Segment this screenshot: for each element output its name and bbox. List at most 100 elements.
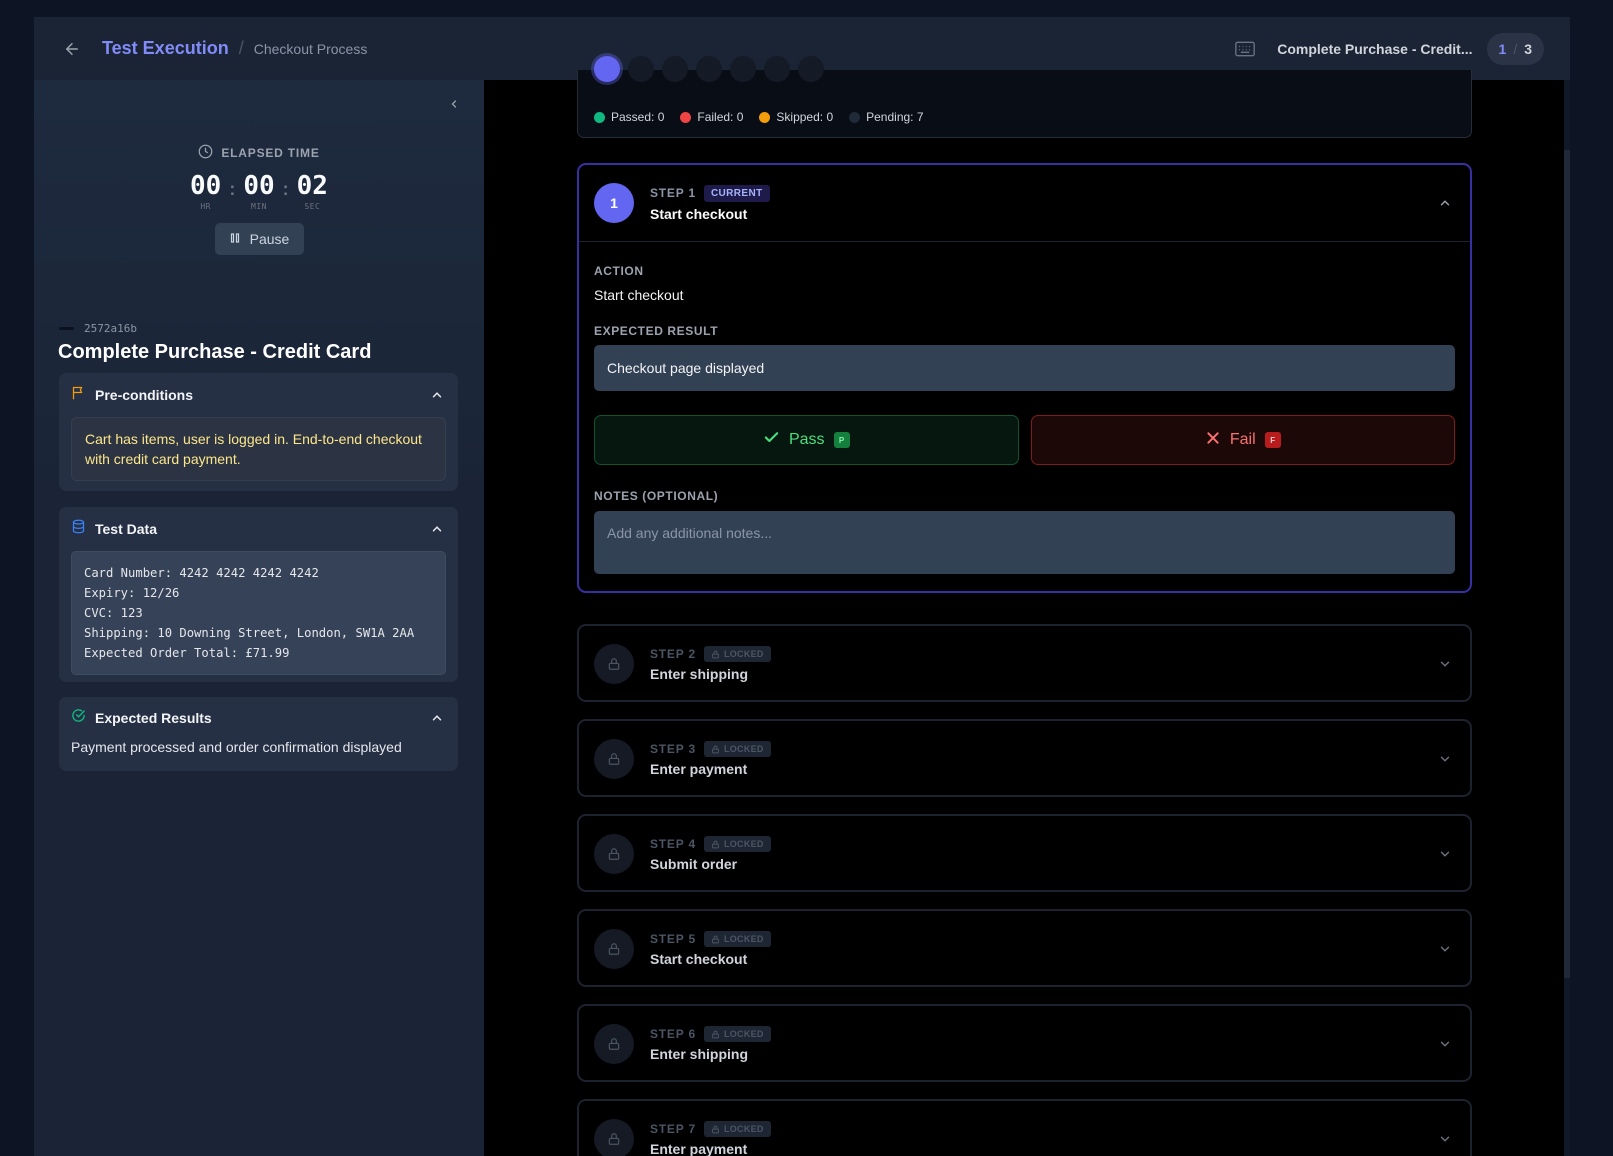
step-name: Enter shipping — [650, 666, 748, 682]
scrollbar-thumb[interactable] — [1564, 150, 1570, 978]
test-data-header[interactable]: Test Data — [59, 507, 458, 551]
current-badge: CURRENT — [703, 184, 770, 202]
step-body: ACTION Start checkout EXPECTED RESULT Ch… — [579, 241, 1470, 599]
step-card-locked: STEP 6 LOCKED Enter shipping — [577, 1004, 1472, 1082]
step-label: STEP 2 — [650, 647, 696, 661]
step-dot[interactable] — [730, 56, 756, 82]
pending-indicator — [849, 111, 861, 123]
step-header[interactable]: 1 STEP 1 CURRENT Start checkout — [579, 165, 1470, 241]
header-case-title: Complete Purchase - Credit... — [1277, 40, 1473, 57]
timer-hours: 00 — [190, 171, 222, 201]
status-counts: Passed: 0 Failed: 0 Skipped: 0 Pending: … — [594, 110, 924, 124]
step-dot[interactable] — [594, 56, 620, 82]
locked-badge-label: LOCKED — [723, 744, 764, 754]
step-header[interactable]: STEP 2 LOCKED Enter shipping — [579, 626, 1470, 702]
chevron-down-icon[interactable] — [1435, 939, 1455, 959]
timer-minutes: 00 — [243, 171, 275, 201]
step-name: Start checkout — [650, 205, 748, 222]
preconditions-title: Pre-conditions — [95, 387, 194, 403]
locked-badge: LOCKED — [703, 741, 771, 757]
preconditions-header[interactable]: Pre-conditions — [59, 373, 458, 417]
locked-badge: LOCKED — [703, 836, 771, 852]
lock-icon — [594, 834, 634, 874]
timer-seconds: 02 — [296, 171, 328, 201]
test-data-panel: Test Data Card Number: 4242 4242 4242 42… — [59, 507, 458, 682]
expected-results-header[interactable]: Expected Results — [59, 697, 458, 739]
chevron-up-icon[interactable] — [1435, 193, 1455, 213]
notes-label: NOTES (OPTIONAL) — [594, 489, 719, 503]
step-name: Submit order — [650, 856, 738, 872]
step-header[interactable]: STEP 4 LOCKED Submit order — [579, 816, 1470, 892]
timer-hours-unit: HR — [200, 202, 211, 211]
breadcrumb-separator: / — [238, 38, 244, 58]
test-data-title: Test Data — [95, 521, 157, 537]
step-card-locked: STEP 3 LOCKED Enter payment — [577, 719, 1472, 797]
chevron-down-icon[interactable] — [1435, 1129, 1455, 1149]
breadcrumb-title[interactable]: Test Execution — [102, 38, 229, 59]
pass-label: Pass — [788, 431, 825, 448]
step-card-locked: STEP 4 LOCKED Submit order — [577, 814, 1472, 892]
chevron-down-icon[interactable] — [1435, 654, 1455, 674]
notes-input[interactable] — [594, 511, 1455, 574]
elapsed-timer: ELAPSED TIME 00 HR : 00 MIN : 02 SEC Pause — [34, 144, 484, 255]
locked-badge: LOCKED — [703, 1121, 771, 1137]
lock-icon — [594, 1024, 634, 1064]
pause-label: Pause — [249, 231, 290, 247]
chevron-down-icon[interactable] — [1435, 1034, 1455, 1054]
step-name: Start checkout — [650, 951, 748, 967]
passed-indicator — [594, 111, 605, 123]
locked-badge-label: LOCKED — [723, 934, 764, 944]
step-label: STEP 5 — [650, 932, 696, 946]
step-dot[interactable] — [662, 56, 688, 82]
step-dot[interactable] — [764, 56, 790, 82]
counter-total: 3 — [1524, 40, 1532, 57]
flag-icon — [71, 385, 86, 405]
timer-label: ELAPSED TIME — [221, 146, 320, 160]
preconditions-panel: Pre-conditions Cart has items, user is l… — [59, 373, 458, 491]
lock-icon — [594, 929, 634, 969]
chevron-down-icon[interactable] — [1435, 749, 1455, 769]
step-header[interactable]: STEP 7 LOCKED Enter payment — [579, 1101, 1470, 1156]
pass-button[interactable]: Pass P — [594, 415, 1019, 465]
pause-button[interactable]: Pause — [214, 223, 304, 255]
step-header[interactable]: STEP 5 LOCKED Start checkout — [579, 911, 1470, 987]
step-label: STEP 6 — [650, 1027, 696, 1041]
counter-current: 1 — [1498, 40, 1507, 57]
keyboard-icon[interactable] — [1227, 35, 1263, 63]
x-icon — [1205, 430, 1221, 451]
step-dot[interactable] — [628, 56, 654, 82]
locked-badge-label: LOCKED — [723, 839, 764, 849]
locked-badge-label: LOCKED — [723, 1124, 764, 1134]
app-window: Test Execution / Checkout Process Comple… — [34, 17, 1570, 1156]
expected-results-text: Payment processed and order confirmation… — [71, 739, 402, 755]
chevron-up-icon[interactable] — [428, 709, 446, 727]
timer-minutes-unit: MIN — [251, 202, 267, 211]
step-header[interactable]: STEP 6 LOCKED Enter shipping — [579, 1006, 1470, 1082]
back-arrow-icon[interactable] — [60, 37, 84, 61]
locked-badge: LOCKED — [703, 646, 771, 662]
chevron-down-icon[interactable] — [1435, 844, 1455, 864]
collapse-sidebar-icon[interactable] — [444, 94, 464, 114]
breadcrumb-subtitle: Checkout Process — [253, 40, 368, 57]
case-id-text: 2572a16b — [84, 322, 137, 335]
chevron-up-icon[interactable] — [428, 520, 446, 538]
step-name: Enter payment — [650, 761, 748, 777]
skipped-count: Skipped: 0 — [776, 110, 834, 124]
clock-icon — [198, 144, 213, 162]
lock-icon — [594, 644, 634, 684]
failed-indicator — [680, 111, 692, 123]
check-icon — [763, 429, 780, 451]
step-card-locked: STEP 2 LOCKED Enter shipping — [577, 624, 1472, 702]
step-dot[interactable] — [798, 56, 824, 82]
step-dot[interactable] — [696, 56, 722, 82]
locked-badge: LOCKED — [703, 931, 771, 947]
step-name: Enter payment — [650, 1141, 748, 1156]
database-icon — [71, 519, 86, 539]
step-header[interactable]: STEP 3 LOCKED Enter payment — [579, 721, 1470, 797]
chevron-up-icon[interactable] — [428, 386, 446, 404]
fail-button[interactable]: Fail F — [1030, 415, 1455, 465]
case-counter: 1 / 3 — [1486, 32, 1544, 65]
locked-badge-label: LOCKED — [723, 649, 764, 659]
pass-shortcut-key: P — [833, 432, 850, 448]
failed-count: Failed: 0 — [697, 110, 744, 124]
